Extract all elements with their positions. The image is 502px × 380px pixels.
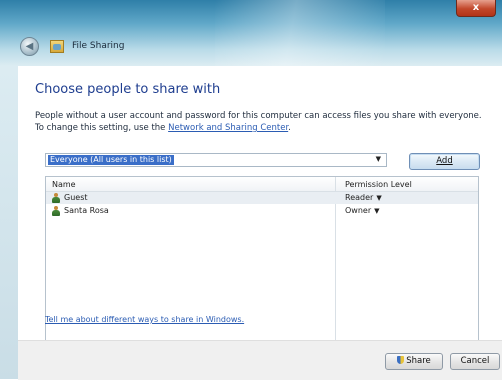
user-icon (52, 206, 60, 216)
description-text: . (288, 123, 291, 133)
dialog-footer: Share Cancel (18, 340, 502, 380)
close-button[interactable]: x (456, 0, 496, 17)
page-title: Choose people to share with (35, 82, 221, 97)
network-sharing-center-link[interactable]: Network and Sharing Center (168, 123, 288, 133)
cancel-button[interactable]: Cancel (450, 353, 500, 370)
list-item-name: Santa Rosa (64, 206, 109, 215)
description-text: To change this setting, use the (35, 123, 169, 133)
add-button[interactable]: Add (409, 153, 480, 170)
user-picker-combobox[interactable]: Everyone (All users in this list) ▼ (45, 153, 387, 167)
back-button[interactable]: ◀ (20, 37, 39, 56)
back-arrow-icon: ◀ (25, 41, 34, 52)
window-title: File Sharing (72, 41, 125, 51)
cancel-button-label: Cancel (460, 356, 490, 366)
list-item-santa-rosa[interactable]: Santa Rosa Owner ▼ (46, 205, 478, 217)
user-picker-value[interactable]: Everyone (All users in this list) (48, 155, 174, 165)
file-sharing-icon (50, 40, 64, 53)
column-header-name[interactable]: Name (52, 180, 76, 189)
chevron-down-icon[interactable]: ▼ (374, 207, 379, 215)
list-header: Name Permission Level (46, 177, 478, 192)
share-button[interactable]: Share (385, 353, 443, 370)
permission-dropdown[interactable]: Owner ▼ (345, 206, 380, 215)
permission-value: Owner (345, 206, 372, 215)
add-button-label: Add (436, 156, 453, 166)
dialog-content: Choose people to share with People witho… (18, 66, 502, 368)
list-item-guest[interactable]: Guest Reader ▼ (46, 192, 478, 204)
list-item-name: Guest (64, 193, 88, 202)
description: People without a user account and passwo… (35, 110, 495, 134)
permission-dropdown[interactable]: Reader ▼ (345, 193, 382, 202)
share-button-label: Share (406, 356, 431, 366)
permission-value: Reader (345, 193, 374, 202)
description-line: To change this setting, use the Network … (35, 122, 495, 134)
column-header-permission[interactable]: Permission Level (345, 180, 412, 189)
user-icon (52, 193, 60, 203)
chevron-down-icon[interactable]: ▼ (376, 155, 381, 163)
title-bar: x ◀ File Sharing (0, 0, 502, 66)
description-line: People without a user account and passwo… (35, 111, 482, 121)
chevron-down-icon[interactable]: ▼ (376, 194, 381, 202)
glass-highlight (215, 0, 385, 66)
window-frame (0, 66, 18, 379)
sharing-help-link[interactable]: Tell me about different ways to share in… (45, 315, 244, 324)
shield-icon (397, 356, 405, 364)
